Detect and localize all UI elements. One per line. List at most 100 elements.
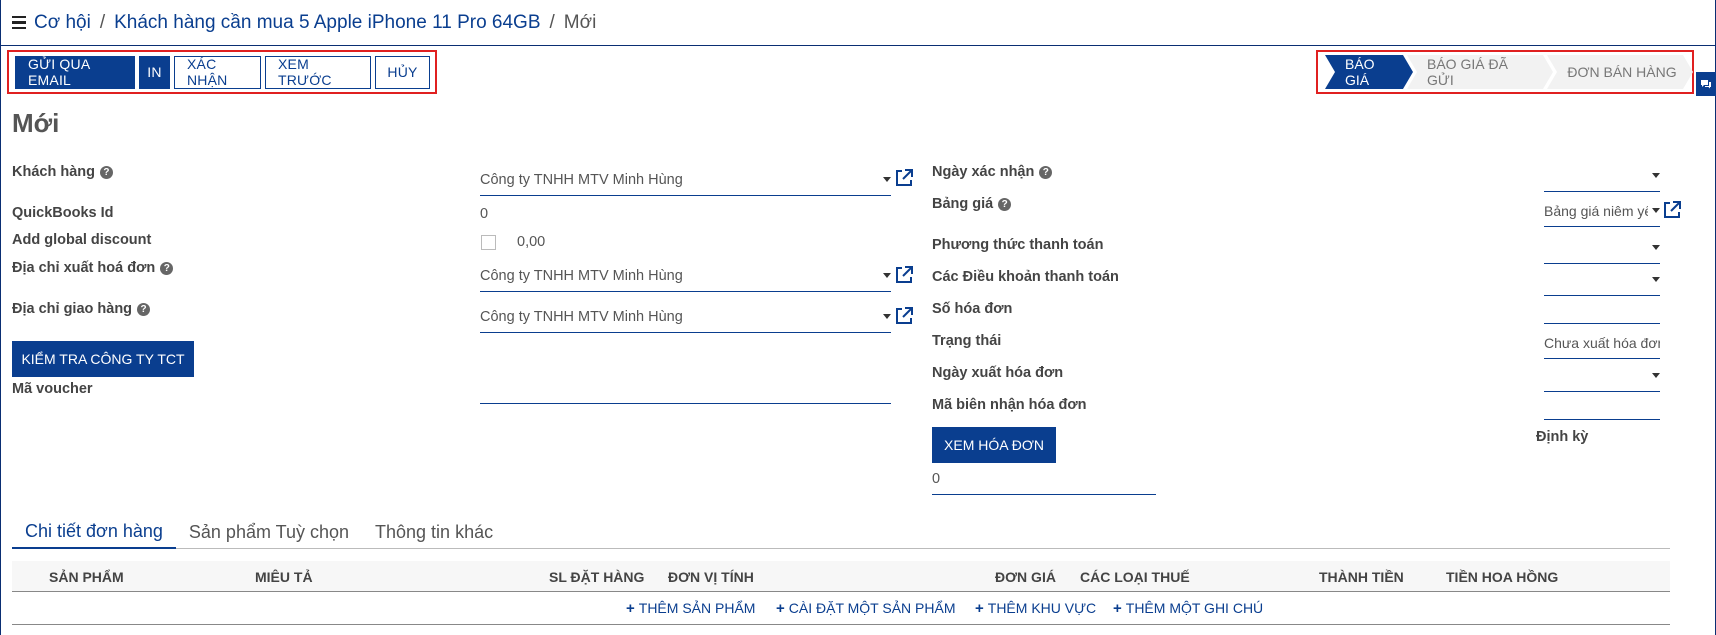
discount-checkbox[interactable] [481, 235, 496, 250]
breadcrumb-opportunity[interactable]: Khách hàng cần mua 5 Apple iPhone 11 Pro… [114, 12, 540, 34]
help-icon[interactable]: ? [998, 197, 1012, 211]
col-product[interactable]: SẢN PHẨM [49, 569, 124, 585]
external-link-icon[interactable] [894, 306, 914, 326]
check-company-button[interactable]: KIỂM TRA CÔNG TY TCT [12, 341, 194, 377]
confirm-date-field[interactable] [1544, 160, 1660, 192]
chat-icon[interactable] [1696, 72, 1716, 96]
notebook-tabs: Chi tiết đơn hàng Sản phẩm Tuỳ chọn Thôn… [12, 515, 1670, 549]
pricelist-label-text: Bảng giá [932, 196, 994, 212]
chevron-down-icon[interactable] [1652, 173, 1660, 178]
external-link-icon[interactable] [894, 168, 914, 188]
breadcrumb-separator: / [549, 11, 555, 33]
customer-field[interactable]: Công ty TNHH MTV Minh Hùng [480, 164, 891, 196]
breadcrumb-opportunities[interactable]: Cơ hội [34, 12, 91, 34]
invoice-number-field[interactable] [1544, 292, 1660, 324]
external-link-icon[interactable] [1662, 200, 1682, 220]
delivery-address-label-text: Địa chỉ giao hàng [12, 301, 133, 317]
chevron-down-icon[interactable] [883, 273, 891, 278]
add-note-label: THÊM MỘT GHI CHÚ [1125, 600, 1264, 616]
confirm-date-label: Ngày xác nhận ? [932, 164, 1053, 180]
confirm-button[interactable]: XÁC NHẬN [174, 55, 261, 89]
chevron-down-icon[interactable] [883, 314, 891, 319]
plus-icon: + [975, 600, 984, 617]
external-link-icon[interactable] [894, 265, 914, 285]
configure-product-label: CÀI ĐẶT MỘT SẢN PHẨM [788, 600, 956, 616]
confirm-date-label-text: Ngày xác nhận [932, 164, 1035, 180]
chevron-down-icon[interactable] [883, 177, 891, 182]
plus-icon: + [776, 600, 785, 617]
add-product-label: THÊM SẢN PHẨM [638, 600, 756, 616]
breadcrumb-bar: Cơ hội / Khách hàng cần mua 5 Apple iPho… [0, 0, 1716, 46]
status-field[interactable]: Chưa xuất hóa đơn [1544, 327, 1660, 359]
pricelist-value: Bảng giá niêm yết [1544, 202, 1648, 219]
col-description[interactable]: MIÊU TẢ [255, 569, 313, 585]
invoice-address-label: Địa chỉ xuất hoá đơn ? [12, 260, 174, 276]
help-icon[interactable]: ? [137, 302, 151, 316]
payment-terms-label: Các Điều khoản thanh toán [932, 269, 1119, 285]
status-value: Chưa xuất hóa đơn [1544, 334, 1660, 351]
order-lines-header: SẢN PHẨM MIÊU TẢ SL ĐẶT HÀNG ĐƠN VỊ TÍNH… [12, 561, 1670, 592]
plus-icon: + [626, 600, 635, 617]
action-buttons: GỬI QUA EMAIL IN XÁC NHẬN XEM TRƯỚC HỦY [7, 50, 437, 94]
plus-icon: + [1113, 600, 1122, 617]
invoice-count-field: 0 [932, 463, 1156, 495]
invoice-address-value: Công ty TNHH MTV Minh Hùng [480, 267, 683, 284]
customer-label-text: Khách hàng [12, 164, 95, 180]
invoice-receipt-code-field[interactable] [1544, 388, 1660, 420]
customer-value: Công ty TNHH MTV Minh Hùng [480, 171, 683, 188]
chevron-down-icon[interactable] [1652, 245, 1660, 250]
add-section-label: THÊM KHU VỰC [987, 600, 1097, 616]
col-unit-price[interactable]: ĐƠN GIÁ [995, 569, 1056, 585]
quickbooks-label: QuickBooks Id [12, 205, 114, 221]
tab-optional-products[interactable]: Sản phẩm Tuỳ chọn [176, 515, 362, 549]
add-note-link[interactable]: + THÊM MỘT GHI CHÚ [1113, 600, 1263, 617]
menu-icon[interactable] [12, 15, 26, 30]
payment-method-field[interactable] [1544, 232, 1660, 264]
chevron-down-icon[interactable] [1652, 277, 1660, 282]
col-quantity[interactable]: SL ĐẶT HÀNG [549, 569, 644, 585]
breadcrumb-separator: / [99, 11, 106, 33]
tab-order-lines[interactable]: Chi tiết đơn hàng [12, 515, 176, 549]
add-product-link[interactable]: + THÊM SẢN PHẨM [626, 600, 755, 617]
invoice-address-label-text: Địa chỉ xuất hoá đơn [12, 260, 156, 276]
add-section-link[interactable]: + THÊM KHU VỰC [975, 600, 1096, 617]
invoice-count-value: 0 [932, 470, 941, 487]
col-uom[interactable]: ĐƠN VỊ TÍNH [668, 569, 754, 585]
chevron-down-icon[interactable] [1652, 208, 1660, 213]
col-taxes[interactable]: CÁC LOẠI THUẾ [1080, 569, 1190, 585]
payment-method-label: Phương thức thanh toán [932, 237, 1104, 253]
voucher-label: Mã voucher [12, 381, 93, 397]
help-icon[interactable]: ? [1039, 165, 1053, 179]
stage-sales-order[interactable]: ĐƠN BÁN HÀNG [1547, 55, 1693, 89]
tab-other-info[interactable]: Thông tin khác [362, 515, 506, 549]
window-border-left [0, 0, 1, 635]
delivery-address-label: Địa chỉ giao hàng ? [12, 301, 151, 317]
delivery-address-field[interactable]: Công ty TNHH MTV Minh Hùng [480, 301, 891, 333]
print-button[interactable]: IN [139, 55, 170, 89]
send-email-button[interactable]: GỬI QUA EMAIL [15, 55, 135, 89]
stage-quotation-sent[interactable]: BÁO GIÁ ĐÃ GỬI [1407, 55, 1553, 89]
chevron-down-icon[interactable] [1652, 373, 1660, 378]
preview-button[interactable]: XEM TRƯỚC [265, 55, 371, 89]
discount-value[interactable]: 0,00 [517, 234, 545, 250]
help-icon[interactable]: ? [99, 165, 113, 179]
cancel-button[interactable]: HỦY [375, 55, 430, 89]
discount-label: Add global discount [12, 232, 152, 248]
pricelist-label: Bảng giá ? [932, 196, 1012, 212]
col-subtotal[interactable]: THÀNH TIỀN [1319, 569, 1404, 585]
voucher-field[interactable] [480, 372, 891, 404]
view-invoice-button[interactable]: XEM HÓA ĐƠN [932, 427, 1056, 463]
stage-quotation[interactable]: BÁO GIÁ [1325, 55, 1413, 89]
col-commission[interactable]: TIỀN HOA HỒNG [1446, 569, 1558, 585]
invoice-address-field[interactable]: Công ty TNHH MTV Minh Hùng [480, 260, 891, 292]
help-icon[interactable]: ? [160, 261, 174, 275]
record-title: Mới [12, 108, 60, 138]
invoice-number-label: Số hóa đơn [932, 301, 1013, 317]
customer-label: Khách hàng ? [12, 164, 113, 180]
configure-product-link[interactable]: + CÀI ĐẶT MỘT SẢN PHẨM [776, 600, 956, 617]
pricelist-field[interactable]: Bảng giá niêm yết [1544, 195, 1660, 227]
quickbooks-value: 0 [480, 206, 489, 222]
status-bar: BÁO GIÁ BÁO GIÁ ĐÃ GỬI ĐƠN BÁN HÀNG [1316, 50, 1694, 94]
invoice-receipt-code-label: Mã biên nhận hóa đơn [932, 397, 1087, 413]
delivery-address-value: Công ty TNHH MTV Minh Hùng [480, 308, 683, 325]
